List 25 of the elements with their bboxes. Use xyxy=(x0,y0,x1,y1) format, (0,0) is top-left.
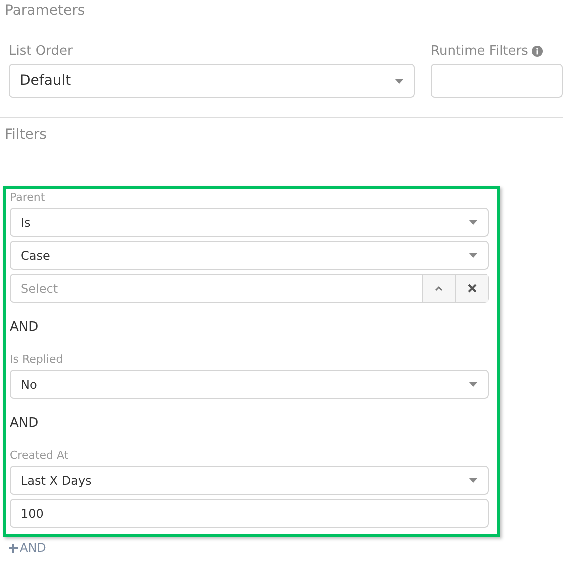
dropdown[interactable]: Is xyxy=(10,208,489,237)
section-title: Parameters xyxy=(4,2,86,21)
chevron-up-icon[interactable] xyxy=(435,286,443,291)
section-title: Filters xyxy=(4,126,48,145)
filter-label: Is Replied xyxy=(10,353,64,366)
caret-icon xyxy=(395,78,404,84)
add-condition-button[interactable]: AND xyxy=(9,541,46,555)
dropdown[interactable]: Case xyxy=(10,241,489,270)
dropdown[interactable]: Default xyxy=(9,64,415,98)
input-field[interactable]: 100 xyxy=(10,499,489,528)
caret-icon xyxy=(469,382,478,387)
filter-label: Parent xyxy=(10,191,46,204)
input-field[interactable] xyxy=(431,64,563,98)
field-label: Runtime Filters xyxy=(431,44,544,59)
operator-label: AND xyxy=(10,416,39,431)
field-label: List Order xyxy=(9,44,73,59)
caret-icon xyxy=(469,220,478,225)
caret-icon xyxy=(469,478,478,483)
plus-icon xyxy=(9,544,18,552)
dropdown[interactable]: Last X Days xyxy=(10,466,489,495)
clear-icon[interactable] xyxy=(468,284,476,293)
operator-label: AND xyxy=(10,320,39,335)
dropdown[interactable]: No xyxy=(10,370,489,399)
filter-label: Created At xyxy=(10,449,69,462)
caret-icon xyxy=(469,253,478,258)
